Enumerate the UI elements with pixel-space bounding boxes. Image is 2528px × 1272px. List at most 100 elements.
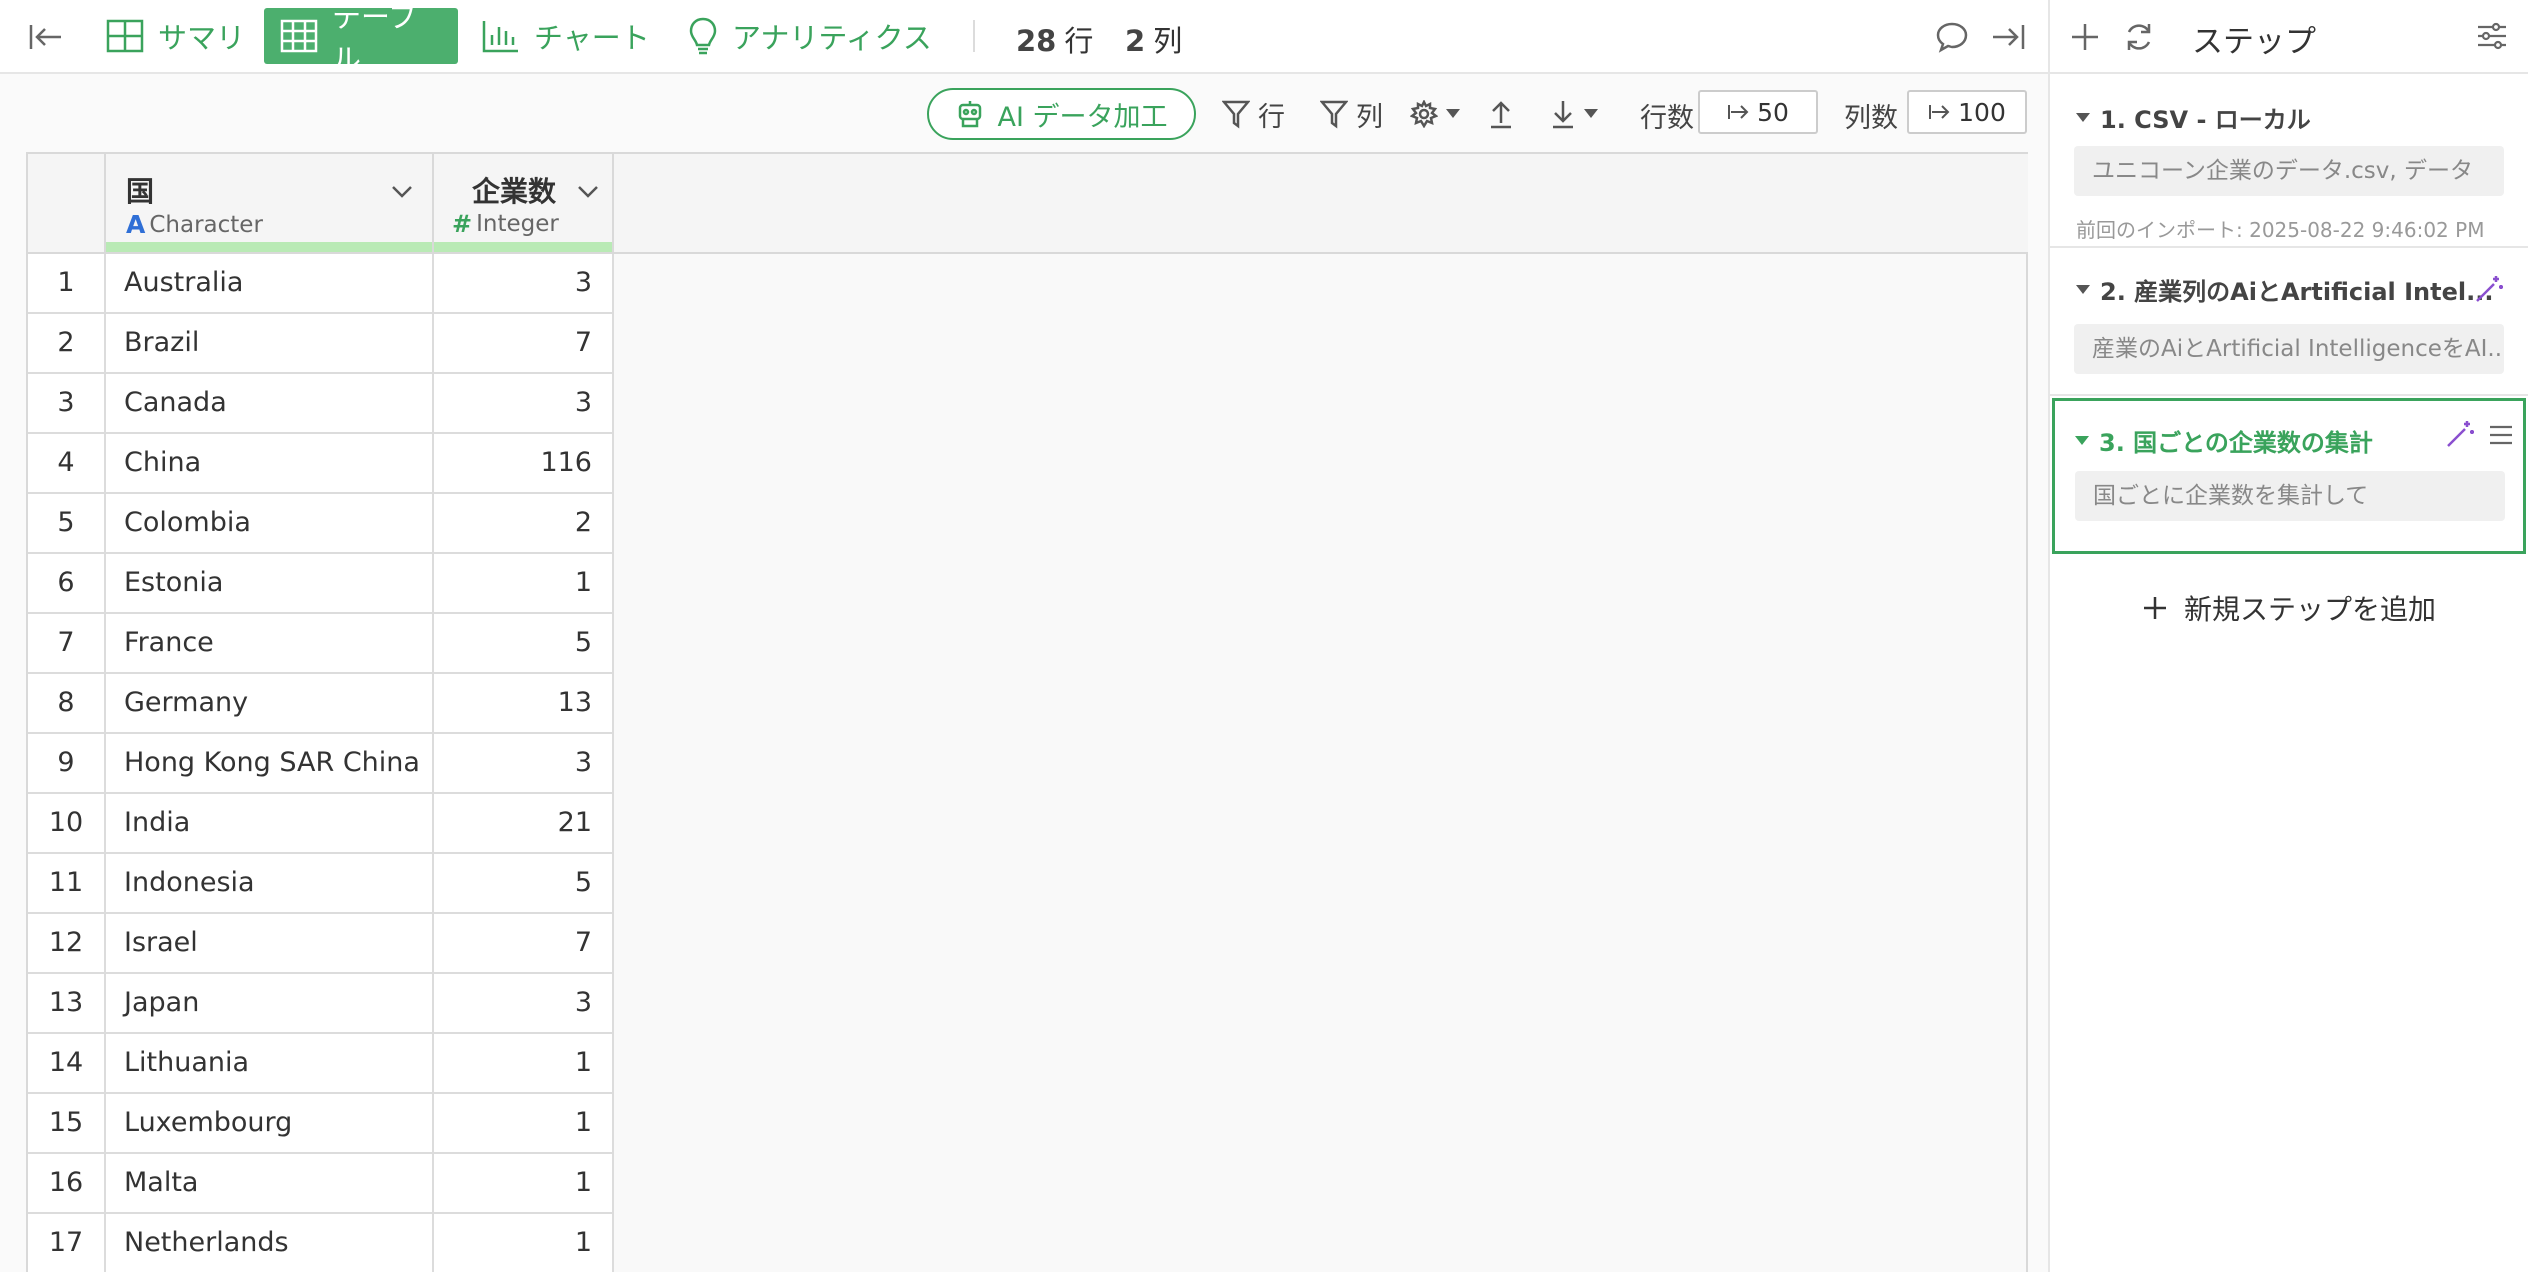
step-industry-ai[interactable]: 2. 産業列のAiとArtificial Intel... 産業のAiとArti… <box>2050 250 2528 396</box>
cell-company-count[interactable]: 3 <box>434 734 614 794</box>
table-row[interactable]: 10 India 21 <box>28 794 614 854</box>
tab-summary-label: サマリ <box>158 21 246 55</box>
caret-down-icon[interactable] <box>2075 436 2089 445</box>
tab-chart[interactable]: チャート <box>466 8 666 64</box>
cell-country[interactable]: France <box>106 614 434 674</box>
cell-company-count[interactable]: 21 <box>434 794 614 854</box>
cell-company-count[interactable]: 3 <box>434 374 614 434</box>
step-detail[interactable]: 国ごとに企業数を集計して <box>2075 471 2505 521</box>
tab-analytics[interactable]: アナリティクス <box>672 8 948 64</box>
table-row[interactable]: 5 Colombia 2 <box>28 494 614 554</box>
cell-country[interactable]: Australia <box>106 254 434 314</box>
plus-icon[interactable] <box>2066 18 2104 56</box>
table-row[interactable]: 1 Australia 3 <box>28 254 614 314</box>
step-country-aggregation[interactable]: 3. 国ごとの企業数の集計 国ごとに企業数を集計して <box>2052 398 2526 554</box>
table-row[interactable]: 2 Brazil 7 <box>28 314 614 374</box>
chevron-down-icon[interactable] <box>574 178 602 206</box>
refresh-icon[interactable] <box>2120 18 2158 56</box>
summary-grid-icon <box>106 19 144 53</box>
column-header-company-count[interactable]: 企業数 # Integer <box>434 154 614 252</box>
cell-country[interactable]: Luxembourg <box>106 1094 434 1154</box>
cell-company-count[interactable]: 1 <box>434 1034 614 1094</box>
row-index: 17 <box>28 1214 106 1272</box>
columns-limit-input[interactable]: 100 <box>1907 90 2027 134</box>
table-row[interactable]: 7 France 5 <box>28 614 614 674</box>
cell-company-count[interactable]: 1 <box>434 1214 614 1272</box>
cell-country[interactable]: China <box>106 434 434 494</box>
comment-icon[interactable] <box>1934 19 1970 55</box>
tab-summary[interactable]: サマリ <box>90 8 261 64</box>
table-row[interactable]: 11 Indonesia 5 <box>28 854 614 914</box>
step-detail[interactable]: ユニコーン企業のデータ.csv, データ <box>2074 146 2504 196</box>
table-row[interactable]: 16 Malta 1 <box>28 1154 614 1214</box>
row-count: 28 行 <box>1016 18 1093 60</box>
ai-data-processing-button[interactable]: AI データ加工 <box>927 88 1196 140</box>
magic-wand-icon[interactable] <box>2445 419 2475 449</box>
cell-country[interactable]: Colombia <box>106 494 434 554</box>
cell-company-count[interactable]: 2 <box>434 494 614 554</box>
cell-company-count[interactable]: 1 <box>434 554 614 614</box>
table-settings-button[interactable] <box>1410 96 1460 132</box>
cell-country[interactable]: Germany <box>106 674 434 734</box>
step-csv-local[interactable]: 1. CSV - ローカル ユニコーン企業のデータ.csv, データ 前回のイン… <box>2050 78 2528 248</box>
cell-country[interactable]: Hong Kong SAR China <box>106 734 434 794</box>
column-header-country[interactable]: 国 A Character <box>106 154 434 252</box>
cell-company-count[interactable]: 1 <box>434 1154 614 1214</box>
step-title[interactable]: 3. 国ごとの企業数の集計 <box>2075 423 2373 458</box>
column-count-unit: 列 <box>1153 24 1183 58</box>
step-detail[interactable]: 産業のAiとArtificial IntelligenceをAI... <box>2074 324 2504 374</box>
cell-country[interactable]: Japan <box>106 974 434 1034</box>
cell-country[interactable]: Lithuania <box>106 1034 434 1094</box>
steps-panel: ステップ 1. CSV - ローカル ユニコーン企業のデータ.csv, データ … <box>2048 0 2528 1272</box>
add-new-step-button[interactable]: 新規ステップを追加 <box>2142 588 2436 628</box>
filter-columns-button[interactable]: 列 <box>1320 96 1383 133</box>
caret-down-icon[interactable] <box>2076 113 2090 122</box>
cell-country[interactable]: Brazil <box>106 314 434 374</box>
step-title[interactable]: 1. CSV - ローカル <box>2076 100 2311 135</box>
tab-table[interactable]: テーブル <box>264 0 458 76</box>
table-row[interactable]: 4 China 116 <box>28 434 614 494</box>
cell-company-count[interactable]: 1 <box>434 1094 614 1154</box>
cell-company-count[interactable]: 7 <box>434 914 614 974</box>
table-row[interactable]: 12 Israel 7 <box>28 914 614 974</box>
cell-country[interactable]: India <box>106 794 434 854</box>
table-row[interactable]: 9 Hong Kong SAR China 3 <box>28 734 614 794</box>
table-row[interactable]: 3 Canada 3 <box>28 374 614 434</box>
cell-country[interactable]: Indonesia <box>106 854 434 914</box>
cell-company-count[interactable]: 7 <box>434 314 614 374</box>
chevron-down-icon[interactable] <box>388 178 416 206</box>
table-row[interactable]: 17 Netherlands 1 <box>28 1214 614 1272</box>
cell-country[interactable]: Netherlands <box>106 1214 434 1272</box>
upload-button[interactable] <box>1488 96 1514 132</box>
step-title[interactable]: 2. 産業列のAiとArtificial Intel... <box>2076 272 2493 307</box>
cell-company-count[interactable]: 13 <box>434 674 614 734</box>
cell-company-count[interactable]: 5 <box>434 614 614 674</box>
cell-company-count[interactable]: 116 <box>434 434 614 494</box>
rows-limit-label: 行数 <box>1640 103 1694 134</box>
rows-limit-input[interactable]: 50 <box>1698 90 1818 134</box>
cell-company-count[interactable]: 3 <box>434 254 614 314</box>
collapse-left-icon[interactable] <box>24 16 66 58</box>
cell-country[interactable]: Canada <box>106 374 434 434</box>
cell-country[interactable]: Israel <box>106 914 434 974</box>
table-row[interactable]: 14 Lithuania 1 <box>28 1034 614 1094</box>
row-index: 10 <box>28 794 106 854</box>
cell-company-count[interactable]: 3 <box>434 974 614 1034</box>
cell-country[interactable]: Estonia <box>106 554 434 614</box>
table-row[interactable]: 15 Luxembourg 1 <box>28 1094 614 1154</box>
download-button[interactable] <box>1550 96 1598 132</box>
cell-country[interactable]: Malta <box>106 1154 434 1214</box>
row-count-unit: 行 <box>1064 24 1094 58</box>
table-row[interactable]: 13 Japan 3 <box>28 974 614 1034</box>
collapse-right-icon[interactable] <box>1988 16 2030 58</box>
caret-down-icon[interactable] <box>2076 285 2090 294</box>
filter-rows-button[interactable]: 行 <box>1222 96 1285 133</box>
magic-wand-icon[interactable] <box>2474 274 2504 304</box>
sliders-icon[interactable] <box>2474 18 2510 54</box>
caret-down-icon <box>1584 109 1598 119</box>
step-last-import: 前回のインポート: 2025-08-22 9:46:02 PM <box>2076 218 2485 242</box>
cell-company-count[interactable]: 5 <box>434 854 614 914</box>
table-row[interactable]: 8 Germany 13 <box>28 674 614 734</box>
table-row[interactable]: 6 Estonia 1 <box>28 554 614 614</box>
hamburger-menu-icon[interactable] <box>2487 421 2515 449</box>
